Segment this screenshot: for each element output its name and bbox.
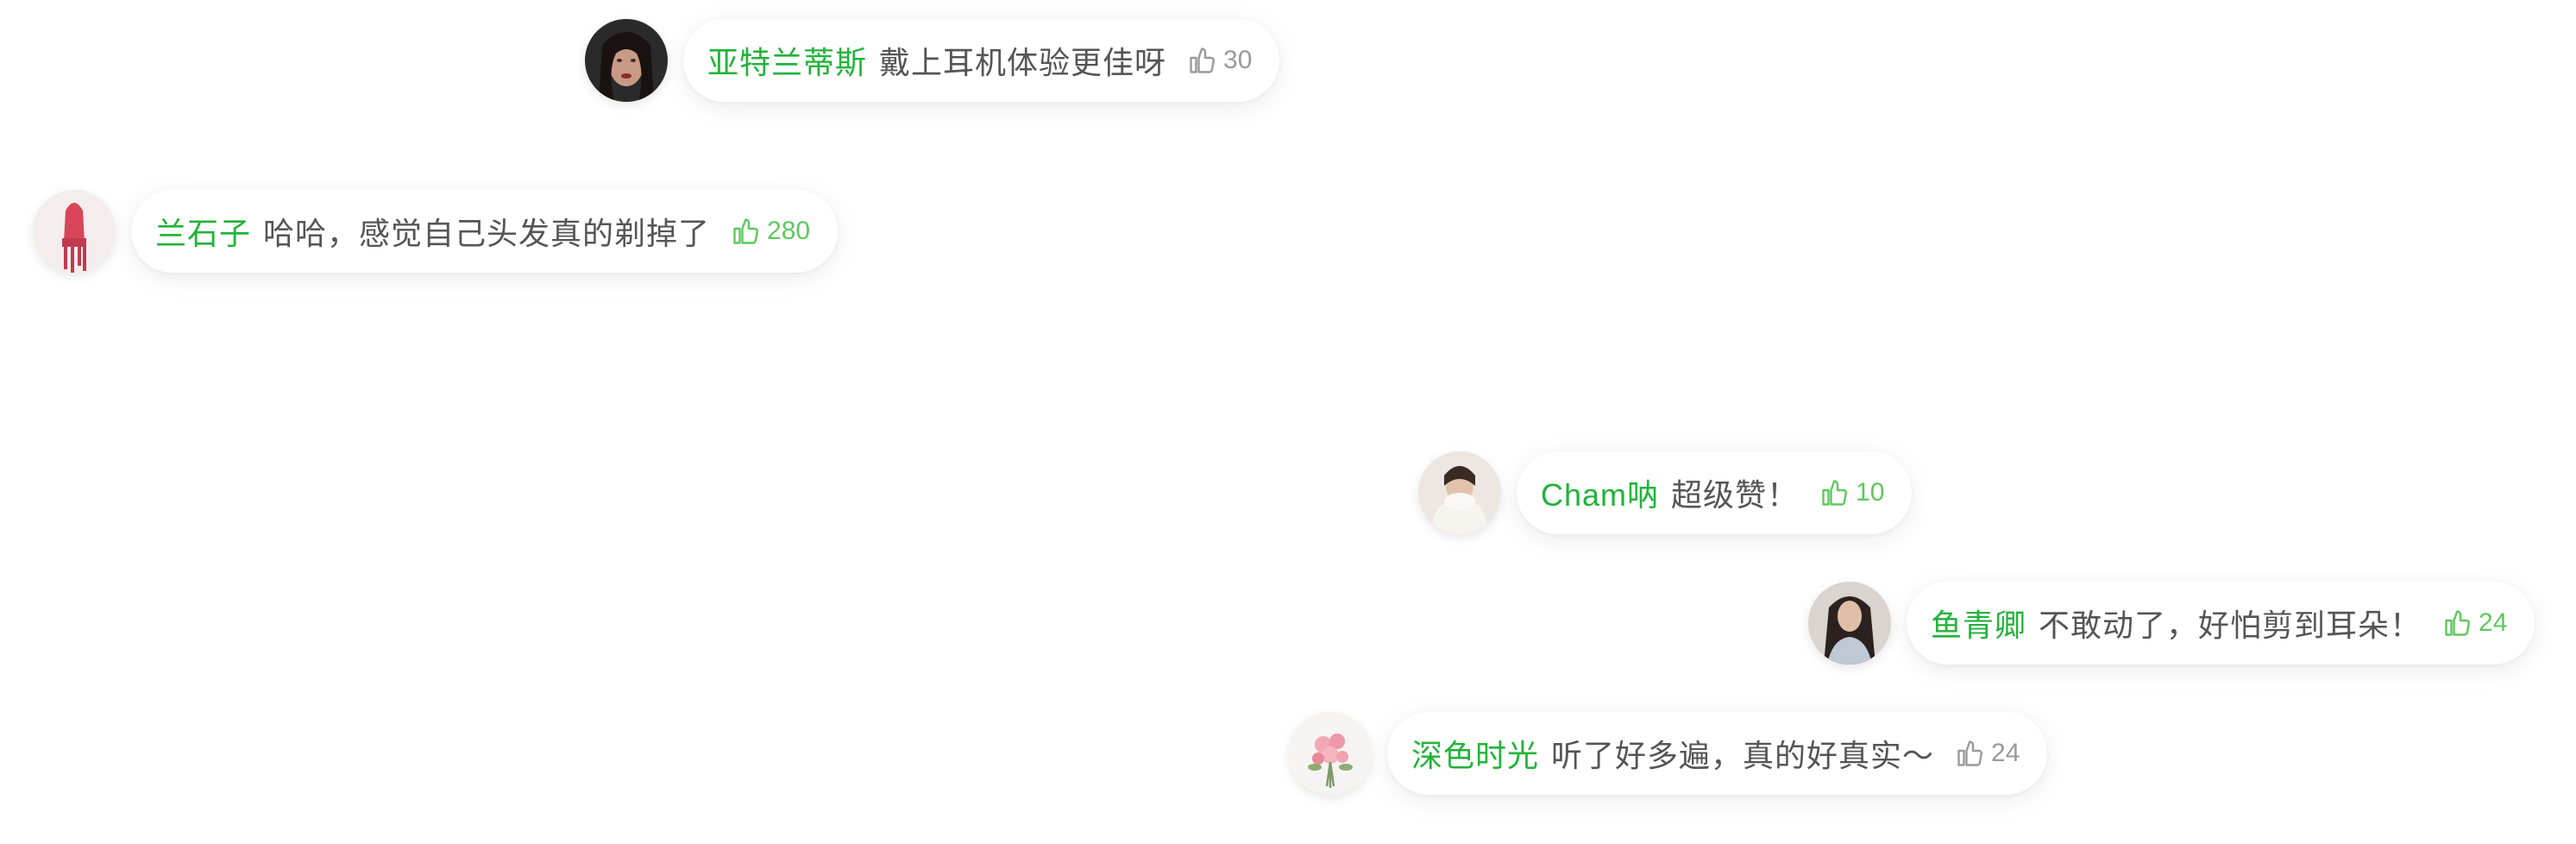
- comment-text: 超级赞！: [1671, 477, 1800, 513]
- like-count: 280: [767, 217, 811, 245]
- like-button[interactable]: 10: [1819, 477, 1884, 508]
- comment-text: 听了好多遍，真的好真实～: [1551, 738, 1935, 773]
- like-button[interactable]: 24: [1955, 738, 2020, 769]
- comment-item: 兰石子 哈哈，感觉自己头发真的剃掉了 280: [33, 190, 839, 273]
- comment-item: 深色时光 听了好多遍，真的好真实～ 24: [1289, 712, 2048, 795]
- thumbs-up-icon: [1187, 45, 1218, 76]
- like-count: 10: [1856, 478, 1885, 507]
- red-lipstick-avatar[interactable]: [33, 190, 116, 273]
- thumbs-up-icon: [1819, 477, 1850, 508]
- comment-author[interactable]: Cham呐: [1541, 470, 1659, 515]
- thumbs-up-icon: [1955, 738, 1986, 769]
- comment-stage: 亚特兰蒂斯 戴上耳机体验更佳呀 30 兰石子 哈哈，感觉自己头发真的剃掉了 28…: [0, 0, 2576, 844]
- comment-text: 哈哈，感觉自己头发真的剃掉了: [263, 216, 711, 251]
- like-button[interactable]: 24: [2442, 608, 2507, 639]
- comment-item: Cham呐 超级赞！ 10: [1418, 451, 1913, 534]
- comment-author[interactable]: 鱼青卿: [1931, 601, 2026, 646]
- comment-author[interactable]: 兰石子: [155, 209, 251, 254]
- portrait-white-scarf-avatar[interactable]: [1418, 451, 1501, 534]
- thumbs-up-icon: [731, 216, 762, 247]
- portrait-long-hair-avatar[interactable]: [1808, 582, 1891, 664]
- comment-bubble: 亚特兰蒂斯 戴上耳机体验更佳呀 30: [683, 19, 1280, 102]
- comment-author[interactable]: 亚特兰蒂斯: [707, 38, 867, 83]
- thumbs-up-icon: [2442, 608, 2473, 639]
- like-button[interactable]: 30: [1187, 45, 1252, 76]
- comment-author[interactable]: 深色时光: [1411, 731, 1539, 776]
- comment-bubble: 鱼青卿 不敢动了，好怕剪到耳朵！ 24: [1907, 582, 2535, 664]
- comment-text: 不敢动了，好怕剪到耳朵！: [2039, 608, 2422, 643]
- comment-bubble: Cham呐 超级赞！ 10: [1517, 451, 1913, 534]
- comment-bubble: 深色时光 听了好多遍，真的好真实～ 24: [1387, 712, 2048, 795]
- comment-bubble: 兰石子 哈哈，感觉自己头发真的剃掉了 280: [131, 190, 839, 273]
- like-button[interactable]: 280: [731, 216, 810, 247]
- comment-item: 亚特兰蒂斯 戴上耳机体验更佳呀 30: [585, 19, 1280, 102]
- comment-text: 戴上耳机体验更佳呀: [879, 45, 1167, 80]
- like-count: 24: [2479, 608, 2508, 637]
- comment-item: 鱼青卿 不敢动了，好怕剪到耳朵！ 24: [1808, 582, 2535, 664]
- like-count: 30: [1223, 46, 1253, 74]
- portrait-dark-hair-avatar[interactable]: [585, 19, 668, 102]
- pink-flower-bouquet-avatar[interactable]: [1289, 712, 1372, 795]
- like-count: 24: [1991, 739, 2020, 767]
